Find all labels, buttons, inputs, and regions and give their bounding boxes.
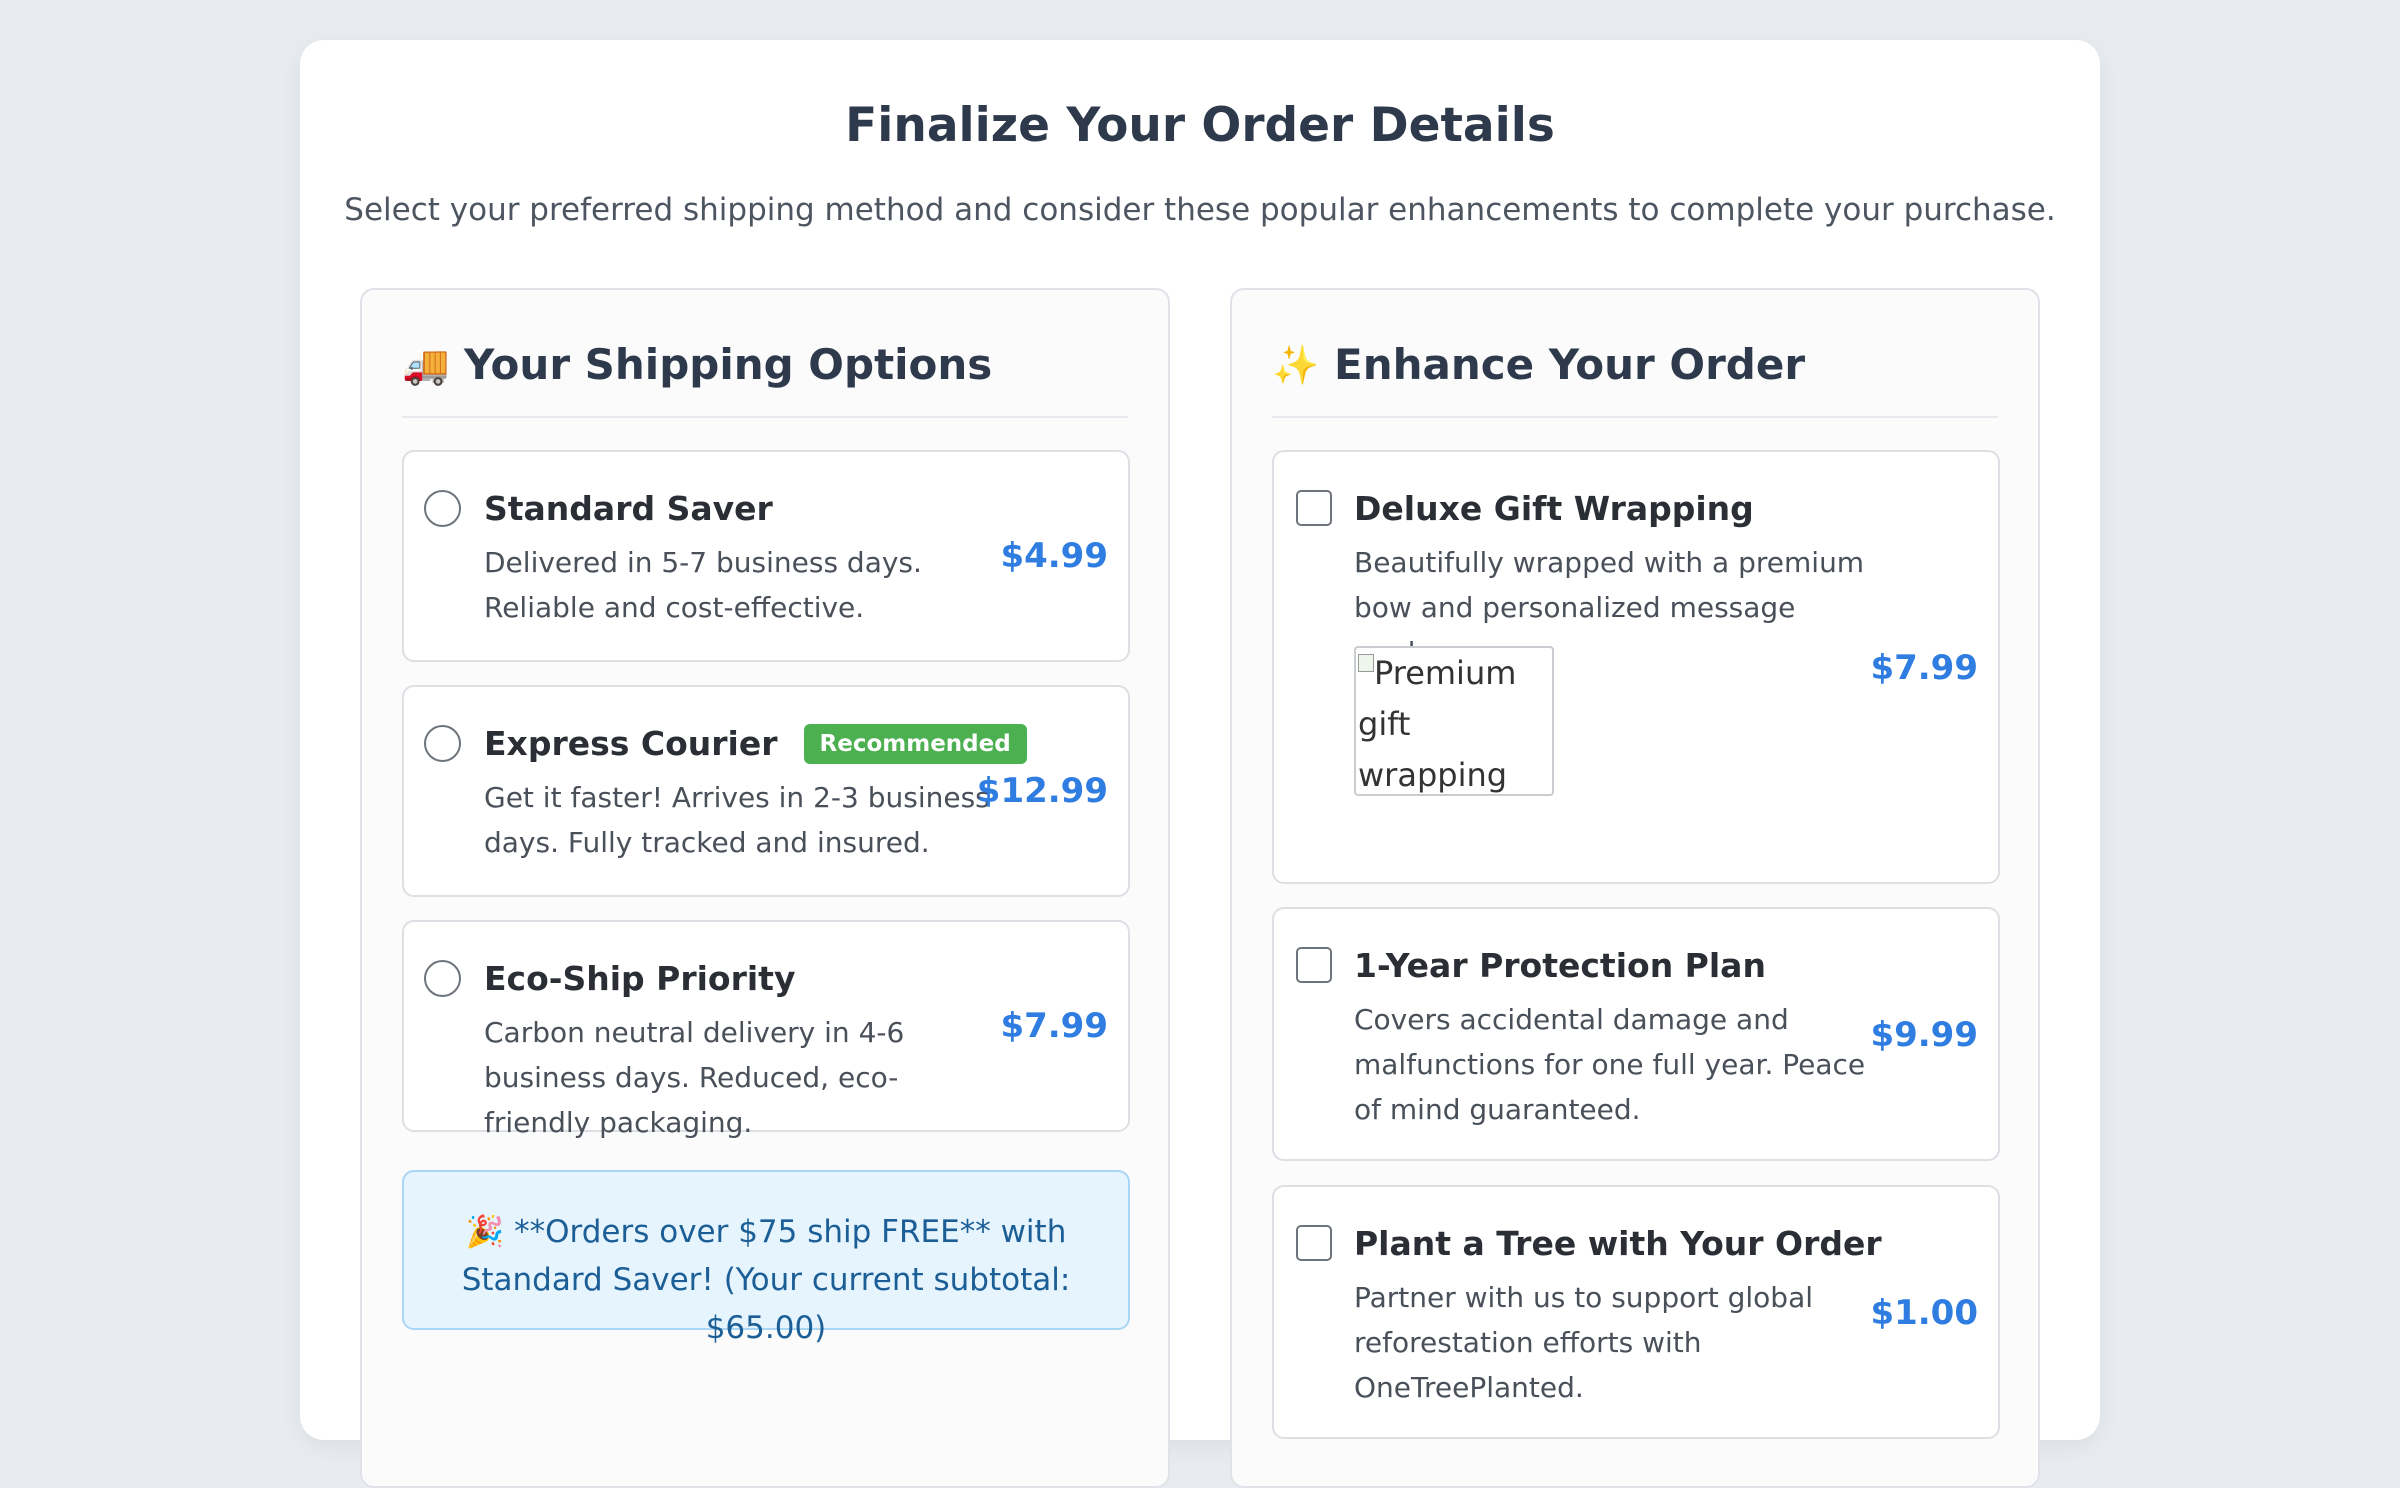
shipping-option-description: Delivered in 5-7 business days. Reliable… <box>484 546 922 624</box>
addon-checkbox-plant-a-tree[interactable] <box>1296 1225 1332 1261</box>
shipping-option-label: Standard Saver <box>484 489 773 528</box>
shipping-option-name: Eco-Ship Priority <box>484 958 795 1000</box>
addon-description: Partner with us to support global refore… <box>1354 1281 1814 1404</box>
shipping-option-label: Eco-Ship Priority <box>484 959 796 998</box>
enhancements-panel-title: Enhance Your Order <box>1334 340 1806 389</box>
shipping-option-eco-ship-priority[interactable]: Eco-Ship Priority Carbon neutral deliver… <box>402 920 1130 1139</box>
shipping-option-label: Express Courier <box>484 724 778 763</box>
addon-price: $1.00 <box>1870 1293 1978 1333</box>
shipping-option-description: Get it faster! Arrives in 2-3 business d… <box>484 781 990 859</box>
page-title: Finalize Your Order Details <box>845 98 1555 153</box>
order-details-card: Finalize Your Order Details Select your … <box>300 40 2100 1488</box>
shipping-option-price: $7.99 <box>1000 1006 1108 1046</box>
addon-label: 1-Year Protection Plan <box>1354 946 1766 985</box>
shipping-panel-header: 🚚 Your Shipping Options <box>402 338 1128 418</box>
party-popper-icon: 🎉 <box>465 1214 505 1250</box>
shipping-option-description: Carbon neutral delivery in 4-6 business … <box>484 1016 905 1139</box>
addon-checkbox-protection-plan[interactable] <box>1296 947 1332 983</box>
shipping-radio-standard-saver[interactable] <box>424 490 461 527</box>
page-subtitle: Select your preferred shipping method an… <box>344 192 2056 228</box>
broken-image-icon <box>1358 654 1374 672</box>
enhancements-panel-header: ✨ Enhance Your Order <box>1272 338 1998 418</box>
shipping-panel-title: Your Shipping Options <box>464 340 993 389</box>
addon-price: $7.99 <box>1870 648 1978 688</box>
addon-deluxe-gift-wrapping[interactable]: Deluxe Gift Wrapping Beautifully wrapped… <box>1272 450 2000 884</box>
free-shipping-promo: 🎉 **Orders over $75 ship FREE** with Sta… <box>402 1170 1130 1346</box>
addon-checkbox-gift-wrapping[interactable] <box>1296 490 1332 526</box>
recommended-badge: Recommended <box>803 724 1027 764</box>
shipping-option-standard-saver[interactable]: Standard Saver Delivered in 5-7 business… <box>402 450 1130 662</box>
addon-label: Plant a Tree with Your Order <box>1354 1224 1882 1263</box>
gift-wrapping-image: Premium gift wrapping with elegant <box>1354 646 1554 796</box>
addon-price: $9.99 <box>1870 1015 1978 1055</box>
shipping-radio-express-courier[interactable] <box>424 725 461 762</box>
addon-name: 1-Year Protection Plan <box>1354 945 1766 987</box>
promo-text: **Orders over $75 ship FREE** with Stand… <box>461 1214 1071 1346</box>
shipping-option-price: $4.99 <box>1000 536 1108 576</box>
addon-description: Covers accidental damage and malfunction… <box>1354 1003 1866 1126</box>
addon-name: Deluxe Gift Wrapping <box>1354 488 1754 530</box>
enhancements-panel: ✨ Enhance Your Order Deluxe Gift Wrappin… <box>1230 288 2040 1488</box>
shipping-option-name: Standard Saver <box>484 488 773 530</box>
shipping-option-name: Express Courier Recommended <box>484 723 1027 765</box>
shipping-options-panel: 🚚 Your Shipping Options Standard Saver D… <box>360 288 1170 1488</box>
gift-wrapping-image-alt: Premium gift wrapping with elegant <box>1358 654 1517 794</box>
delivery-truck-icon: 🚚 <box>402 343 450 387</box>
shipping-option-express-courier[interactable]: Express Courier Recommended Get it faste… <box>402 685 1130 897</box>
shipping-radio-eco-ship-priority[interactable] <box>424 960 461 997</box>
addon-name: Plant a Tree with Your Order <box>1354 1223 1882 1265</box>
shipping-option-price: $12.99 <box>976 771 1108 811</box>
addon-plant-a-tree[interactable]: Plant a Tree with Your Order Partner wit… <box>1272 1185 2000 1439</box>
addon-label: Deluxe Gift Wrapping <box>1354 489 1754 528</box>
addon-protection-plan[interactable]: 1-Year Protection Plan Covers accidental… <box>1272 907 2000 1161</box>
sparkles-icon: ✨ <box>1272 343 1320 387</box>
